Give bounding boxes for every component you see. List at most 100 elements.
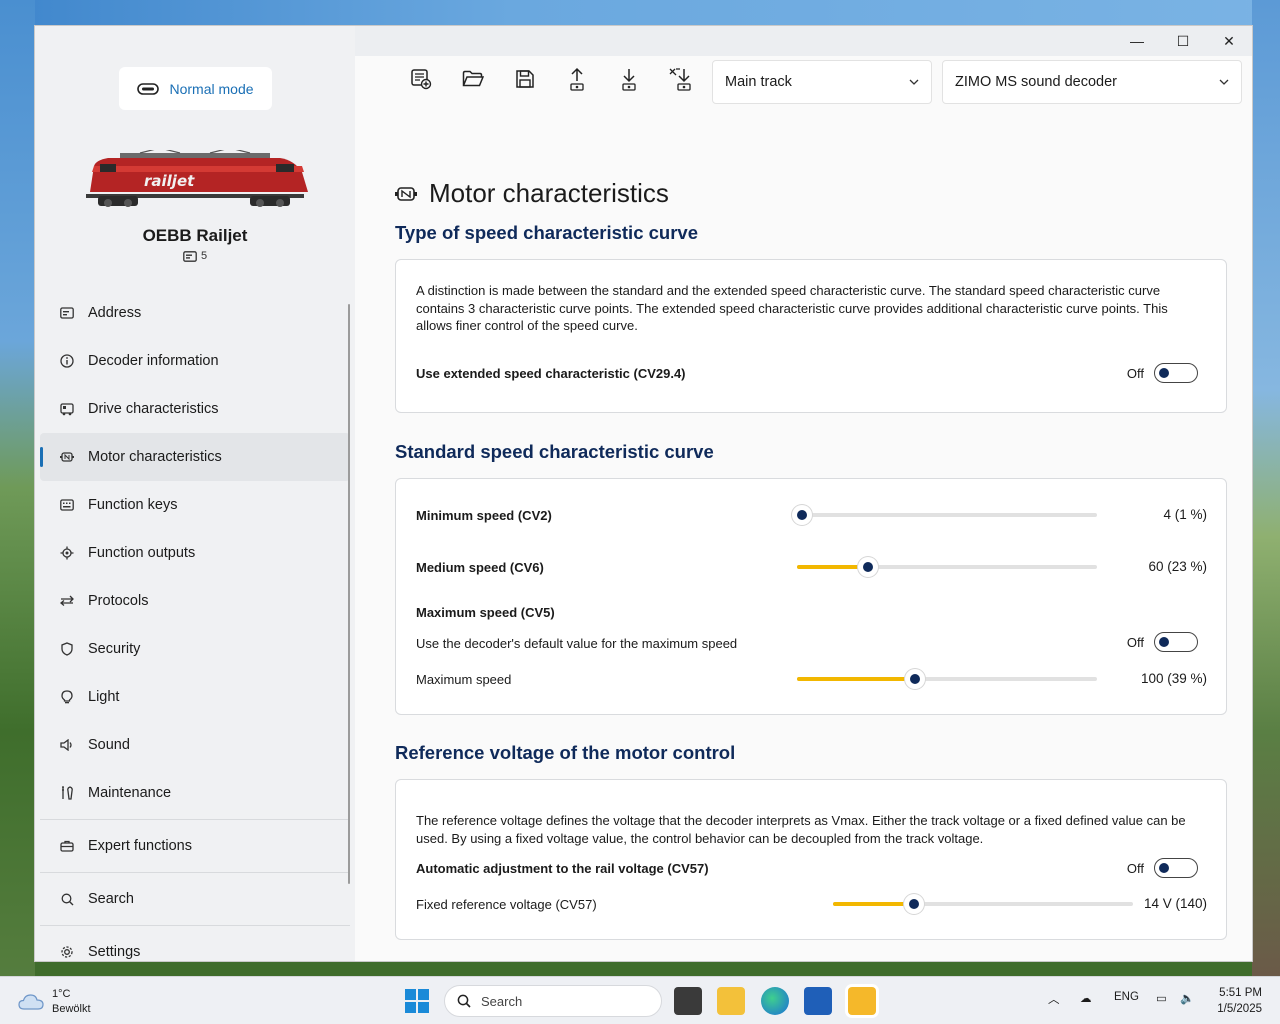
write-to-decoder-button[interactable]: [561, 64, 593, 94]
sidebar-scrollbar[interactable]: [348, 304, 350, 884]
sidebar-item-settings[interactable]: Settings: [40, 928, 350, 961]
mode-button[interactable]: Normal mode: [119, 67, 272, 110]
minimize-icon: —: [1130, 33, 1144, 49]
track-select[interactable]: Main track: [712, 60, 932, 104]
sidebar-item-function-keys[interactable]: Function keys: [40, 481, 350, 529]
taskbar-search[interactable]: Search: [444, 985, 662, 1017]
slider-thumb[interactable]: [857, 557, 878, 577]
motor-icon: [395, 186, 417, 201]
tray-chevron-icon[interactable]: ︿: [1048, 991, 1060, 1007]
sidebar-item-expert-functions[interactable]: Expert functions: [40, 822, 350, 870]
desktop-background-top: [0, 0, 1280, 26]
loco-address-value: 5: [200, 250, 208, 262]
fixed-voltage-label: Fixed reference voltage (CV57): [416, 897, 597, 912]
decoder-select[interactable]: ZIMO MS sound decoder: [942, 60, 1242, 104]
keyboard-icon: [60, 498, 74, 512]
extended-curve-toggle[interactable]: [1154, 363, 1198, 383]
slider-thumb[interactable]: [904, 894, 924, 914]
language-indicator[interactable]: ENG: [1114, 991, 1139, 1003]
sidebar-item-security[interactable]: Security: [40, 625, 350, 673]
section-title-type-curve: Type of speed characteristic curve: [395, 222, 698, 243]
sidebar-item-label: Motor characteristics: [88, 449, 222, 465]
extended-curve-state: Off: [1126, 365, 1144, 381]
toolbar: Main track ZIMO MS sound decoder: [355, 56, 1252, 106]
sidebar-item-search[interactable]: Search: [40, 875, 350, 923]
outputs-icon: [60, 546, 74, 560]
medium-speed-slider[interactable]: [797, 557, 1097, 577]
default-max-speed-label: Use the decoder's default value for the …: [416, 636, 738, 651]
network-icon[interactable]: ☁: [1080, 991, 1092, 1005]
mode-label: Normal mode: [169, 80, 254, 97]
sidebar-item-sound[interactable]: Sound: [40, 721, 350, 769]
auto-adjust-state: Off: [1126, 860, 1144, 876]
bulb-icon: [60, 690, 74, 704]
read-all-button[interactable]: [665, 64, 697, 94]
slider-thumb[interactable]: [791, 505, 812, 525]
sidebar-item-address[interactable]: Address: [40, 289, 350, 337]
save-icon: [516, 70, 534, 88]
fixed-voltage-slider[interactable]: [833, 894, 1133, 914]
sidebar-item-decoder-information[interactable]: Decoder information: [40, 337, 350, 385]
sidebar-item-protocols[interactable]: Protocols: [40, 577, 350, 625]
gear-icon: [60, 945, 74, 959]
page-title-text: Motor characteristics: [429, 178, 669, 208]
section-title-standard-curve: Standard speed characteristic curve: [395, 441, 714, 462]
sidebar-item-motor-characteristics[interactable]: Motor characteristics: [40, 433, 350, 481]
volume-icon[interactable]: 🔈: [1180, 991, 1194, 1005]
locomotive-image: railjet: [86, 150, 308, 207]
sidebar-item-maintenance[interactable]: Maintenance: [40, 769, 350, 817]
shield-icon: [60, 642, 74, 656]
edge-app[interactable]: [761, 987, 789, 1015]
auto-adjust-toggle[interactable]: [1154, 858, 1198, 878]
title-bar: — ☐ ✕: [355, 26, 1252, 56]
new-project-button[interactable]: [405, 64, 437, 94]
type-curve-description: A distinction is made between the standa…: [416, 283, 1168, 333]
sidebar-item-label: Protocols: [88, 593, 149, 609]
start-button[interactable]: [405, 989, 429, 1013]
sidebar-item-label: Sound: [88, 737, 130, 753]
search-icon: [457, 994, 471, 1008]
sidebar-item-label: Decoder information: [88, 353, 219, 369]
decoder-select-value: ZIMO MS sound decoder: [955, 74, 1117, 90]
auto-adjust-toggle-group: Off: [1127, 858, 1198, 878]
sidebar-item-function-outputs[interactable]: Function outputs: [40, 529, 350, 577]
address-card-icon: [60, 306, 74, 320]
task-view-app[interactable]: [674, 987, 702, 1015]
minimize-button[interactable]: —: [1114, 26, 1160, 56]
medium-speed-value: 60 (23 %): [1148, 559, 1207, 574]
speaker-icon: [60, 738, 74, 752]
sidebar-item-label: Maintenance: [88, 785, 172, 801]
clock-time: 5:51 PM: [1219, 987, 1262, 999]
open-button[interactable]: [457, 64, 489, 94]
slider-track: [797, 513, 1097, 517]
save-button[interactable]: [509, 64, 541, 94]
store-app[interactable]: [804, 987, 832, 1015]
medium-speed-label: Medium speed (CV6): [416, 560, 544, 575]
extended-curve-label: Use extended speed characteristic (CV29.…: [416, 366, 686, 381]
maximize-button[interactable]: ☐: [1160, 26, 1206, 56]
sidebar-item-drive-characteristics[interactable]: Drive characteristics: [40, 385, 350, 433]
weather-widget[interactable]: 1°C Bewölkt: [18, 987, 91, 1017]
display-icon[interactable]: ▭: [1156, 991, 1167, 1005]
max-speed-value: 100 (39 %): [1140, 671, 1207, 686]
default-max-speed-toggle[interactable]: [1154, 632, 1198, 652]
sidebar-item-label: Settings: [88, 944, 141, 960]
decoder-app[interactable]: [848, 987, 876, 1015]
close-icon: ✕: [1223, 32, 1235, 49]
read-from-decoder-button[interactable]: [613, 64, 645, 94]
taskbar-clock[interactable]: 5:51 PM 1/5/2025: [1206, 985, 1262, 1017]
motor-icon: [60, 450, 74, 464]
file-explorer-app[interactable]: [717, 987, 745, 1015]
new-decoder-icon: [411, 69, 432, 90]
max-speed-slider[interactable]: [797, 669, 1097, 689]
chevron-down-icon: [1219, 79, 1229, 85]
slider-fill: [797, 677, 915, 681]
close-button[interactable]: ✕: [1206, 26, 1252, 56]
sidebar-item-label: Function outputs: [88, 545, 196, 561]
min-speed-slider[interactable]: [791, 505, 1097, 525]
slider-thumb[interactable]: [904, 669, 925, 689]
sidebar-nav: Address Decoder information Drive charac…: [40, 289, 350, 961]
weather-condition: Bewölkt: [52, 1003, 91, 1015]
sidebar-item-light[interactable]: Light: [40, 673, 350, 721]
mode-icon: [137, 82, 160, 95]
